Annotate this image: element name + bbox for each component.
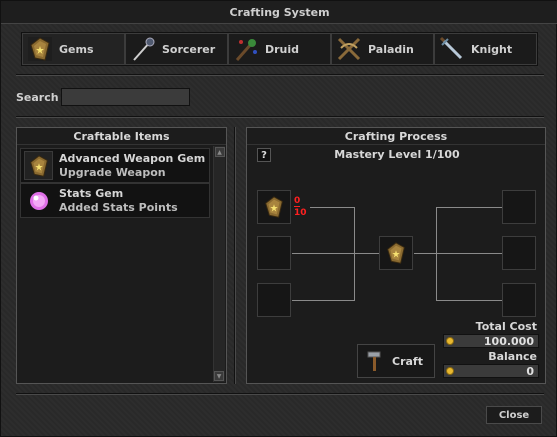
craft-button[interactable]: Craft (357, 344, 435, 378)
total-cost-label: Total Cost (475, 320, 537, 333)
ingredient-have-count: 0 (294, 196, 301, 207)
ingredient-slot-3[interactable] (257, 283, 291, 317)
crafting-window: Crafting System Gems Sorcerer Druid Pala… (0, 0, 557, 437)
wand-icon (133, 37, 155, 61)
mastery-level: Mastery Level 1/100 (334, 148, 460, 161)
gem-icon (28, 37, 52, 61)
gem-icon (29, 154, 48, 177)
tab-label: Knight (471, 42, 513, 56)
connector-line (436, 207, 502, 208)
item-name: Stats Gem (59, 186, 124, 200)
crafting-process-title: Crafting Process (247, 128, 545, 145)
connector-line (310, 207, 354, 208)
gem-icon (265, 196, 283, 218)
hammer-icon (367, 351, 381, 371)
balance-label: Balance (488, 350, 537, 363)
total-cost-value-box: 100.000 (443, 334, 539, 348)
close-button[interactable]: Close (486, 406, 542, 424)
gold-coin-icon (446, 337, 454, 345)
scroll-up-arrow-icon[interactable]: ▲ (214, 147, 225, 157)
class-tabs: Gems Sorcerer Druid Paladin Knight (21, 32, 538, 66)
tab-label: Druid (265, 42, 300, 56)
connector-line (414, 253, 502, 254)
item-description: Upgrade Weapon (59, 165, 166, 179)
result-slot[interactable] (379, 236, 413, 270)
output-slot-1[interactable] (502, 190, 536, 224)
total-cost-value: 100.000 (483, 334, 534, 348)
help-button[interactable]: ? (257, 148, 271, 162)
window-title: Crafting System (229, 5, 330, 19)
search-input[interactable] (61, 88, 190, 106)
ingredient-need-count: 10 (294, 208, 307, 218)
list-item-advanced-weapon-gem[interactable]: Advanced Weapon Gem Upgrade Weapon (20, 148, 210, 183)
search-label: Search (16, 91, 59, 104)
list-item-stats-gem[interactable]: Stats Gem Added Stats Points (20, 183, 210, 218)
connector-line (292, 253, 379, 254)
title-bar[interactable]: Crafting System (1, 1, 557, 24)
output-slot-3[interactable] (502, 283, 536, 317)
item-icon-slot (24, 186, 53, 215)
craft-label: Craft (392, 354, 423, 368)
gem-icon (387, 242, 405, 264)
divider (16, 393, 544, 395)
connector-line (354, 207, 355, 254)
tab-sorcerer[interactable]: Sorcerer (125, 33, 228, 65)
tab-druid[interactable]: Druid (228, 33, 331, 65)
tab-gems[interactable]: Gems (22, 33, 125, 65)
tab-paladin[interactable]: Paladin (331, 33, 434, 65)
crossbow-icon (337, 37, 361, 61)
connector-line (436, 300, 502, 301)
ingredient-slot-2[interactable] (257, 236, 291, 270)
pink-orb-icon (29, 191, 48, 210)
craftable-items-panel: Craftable Items Advanced Weapon Gem Upgr… (16, 127, 227, 384)
vertical-divider (234, 127, 236, 384)
connector-line (354, 254, 355, 301)
item-icon-slot (24, 151, 53, 180)
output-slot-2[interactable] (502, 236, 536, 270)
rod-icon (235, 39, 257, 61)
tab-label: Gems (59, 42, 94, 56)
gold-coin-icon (446, 367, 454, 375)
divider (16, 116, 544, 118)
scroll-down-arrow-icon[interactable]: ▼ (214, 371, 224, 381)
crafting-process-panel: Crafting Process Mastery Level 1/100 ? 0… (246, 127, 546, 384)
balance-value-box: 0 (443, 364, 539, 378)
tab-label: Sorcerer (162, 42, 216, 56)
scrollbar[interactable]: ▲ ▼ (213, 146, 225, 382)
craftable-items-title: Craftable Items (17, 128, 226, 145)
connector-line (292, 300, 354, 301)
tab-label: Paladin (368, 42, 414, 56)
divider (16, 74, 544, 76)
sword-icon (439, 36, 463, 60)
item-description: Added Stats Points (59, 200, 178, 214)
balance-value: 0 (526, 364, 534, 378)
tab-knight[interactable]: Knight (434, 33, 537, 65)
ingredient-slot-1[interactable] (257, 190, 291, 224)
item-name: Advanced Weapon Gem (59, 151, 206, 165)
connector-line (436, 207, 437, 301)
